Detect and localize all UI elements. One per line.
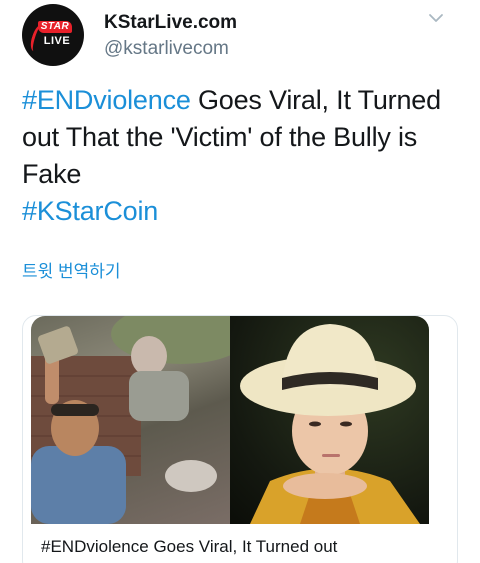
card-image-left (31, 316, 230, 524)
avatar-logo-live: LIVE (43, 35, 71, 47)
hashtag-kstarcoin[interactable]: #KStarCoin (22, 196, 158, 226)
translate-tweet-link[interactable]: 트윗 번역하기 (22, 257, 121, 282)
tweet: STAR LIVE KStarLive.com @kstarlivecom #E… (0, 0, 480, 563)
hashtag-endviolence[interactable]: #ENDviolence (22, 85, 191, 115)
link-card[interactable]: #ENDviolence Goes Viral, It Turned out (22, 315, 458, 563)
account-handle[interactable]: @kstarlivecom (104, 38, 229, 60)
tweet-header: STAR LIVE KStarLive.com @kstarlivecom (22, 4, 462, 66)
photo-person-hat-icon (240, 324, 420, 524)
card-images (31, 316, 429, 524)
display-name[interactable]: KStarLive.com (104, 12, 237, 34)
chevron-down-icon[interactable] (428, 10, 444, 26)
card-title[interactable]: #ENDviolence Goes Viral, It Turned out (41, 537, 337, 557)
avatar[interactable]: STAR LIVE (22, 4, 84, 66)
photo-man-selfie-icon (31, 316, 230, 524)
avatar-logo-star: STAR (38, 21, 72, 33)
tweet-text: #ENDviolence Goes Viral, It Turned out T… (22, 82, 462, 230)
card-image-right (230, 316, 429, 524)
